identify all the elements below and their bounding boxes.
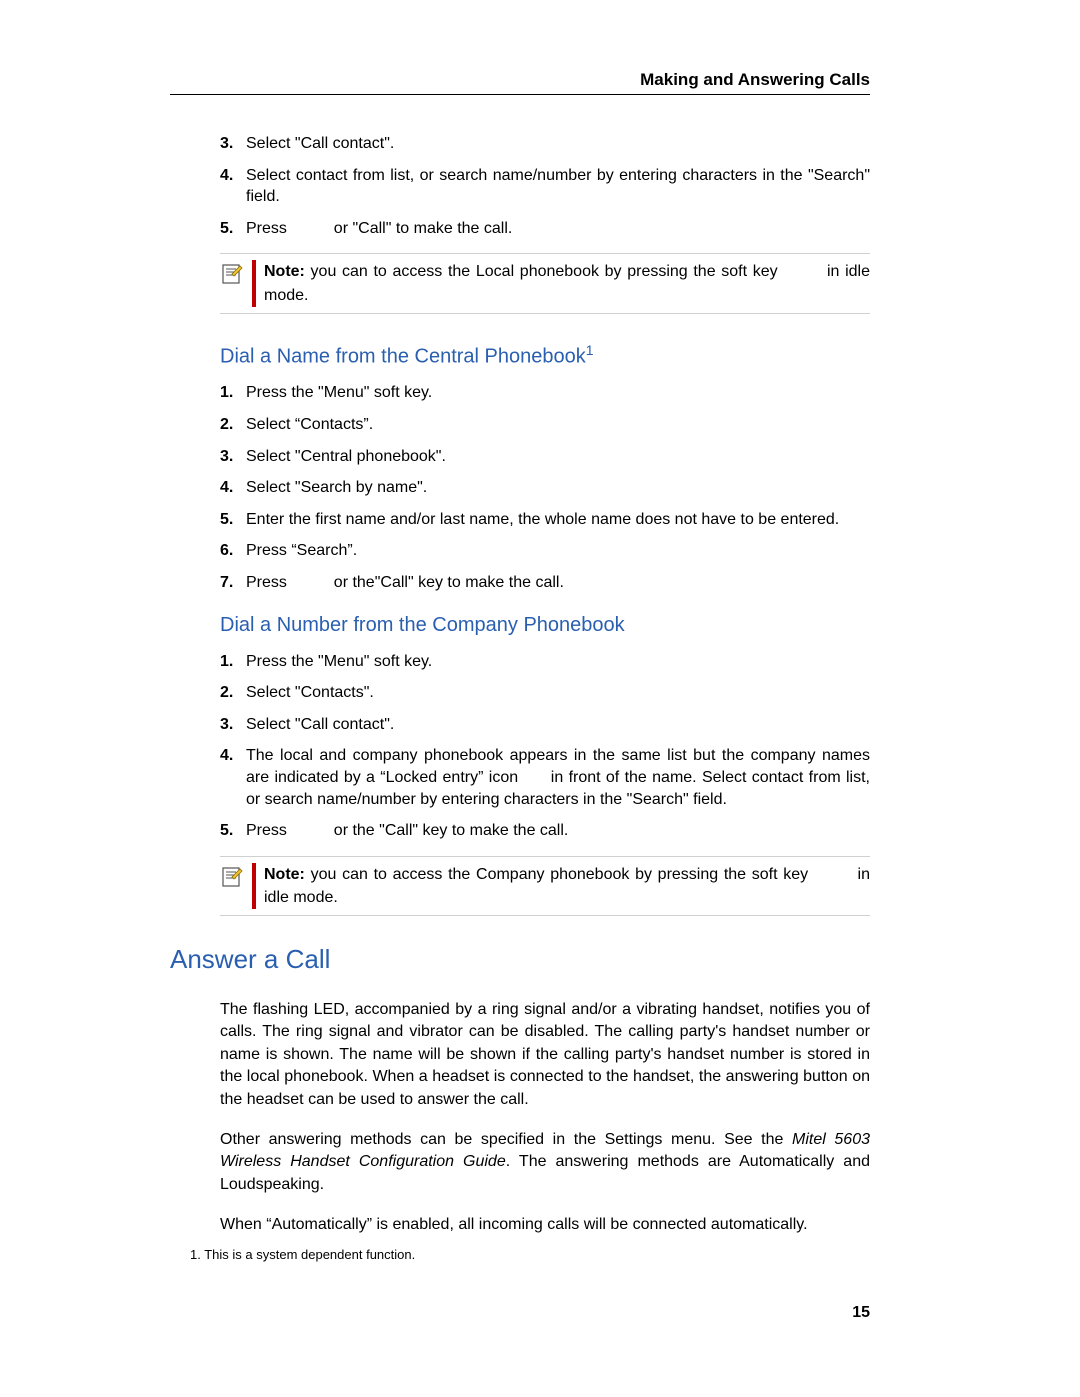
- steps-list-c: 1.Press the "Menu" soft key. 2.Select "C…: [220, 651, 870, 842]
- note-label: Note:: [264, 263, 305, 280]
- paragraph: Other answering methods can be specified…: [220, 1129, 870, 1196]
- step-text: Select “Contacts”.: [246, 414, 870, 436]
- note-body: you can to access the Local phonebook by…: [305, 263, 783, 280]
- step-item: 4.Select "Search by name".: [220, 477, 870, 499]
- step-item: 4. The local and company phonebook appea…: [220, 745, 870, 810]
- step-text: Select "Contacts".: [246, 682, 870, 704]
- step-text-part: Press: [246, 574, 291, 591]
- note-icon: [220, 865, 246, 894]
- step-text: Enter the first name and/or last name, t…: [246, 509, 870, 531]
- step-number: 3.: [220, 714, 246, 736]
- note-label: Note:: [264, 866, 305, 883]
- step-number: 1.: [220, 651, 246, 673]
- footnote-ref: 1: [586, 342, 594, 358]
- step-item: 3.Select "Call contact".: [220, 714, 870, 736]
- step-item: 5. Press or "Call" to make the call.: [220, 218, 870, 240]
- step-item: 7. Press or the"Call" key to make the ca…: [220, 572, 870, 594]
- step-item: 2.Select "Contacts".: [220, 682, 870, 704]
- note-icon: [220, 262, 246, 291]
- step-number: 2.: [220, 682, 246, 704]
- step-number: 6.: [220, 540, 246, 562]
- step-text: Press or the"Call" key to make the call.: [246, 572, 870, 594]
- note-accent-bar: [252, 863, 256, 909]
- step-text: Press or "Call" to make the call.: [246, 218, 870, 240]
- note-block: Note: you can to access the Company phon…: [220, 856, 870, 916]
- page-number: 15: [852, 1304, 870, 1322]
- note-accent-bar: [252, 260, 256, 306]
- steps-list-a: 3. Select "Call contact". 4. Select cont…: [220, 133, 870, 239]
- step-number: 4.: [220, 745, 246, 810]
- step-item: 4. Select contact from list, or search n…: [220, 165, 870, 208]
- step-text: Press “Search”.: [246, 540, 870, 562]
- step-number: 5.: [220, 218, 246, 240]
- footnote: 1. This is a system dependent function.: [190, 1247, 870, 1262]
- step-text-part: Press: [246, 822, 291, 839]
- step-number: 1.: [220, 382, 246, 404]
- step-number: 5.: [220, 820, 246, 842]
- note-body: you can to access the Company phonebook …: [305, 866, 814, 883]
- subheading-company-phonebook: Dial a Number from the Company Phonebook: [220, 614, 870, 637]
- section-a: 3. Select "Call contact". 4. Select cont…: [220, 133, 870, 916]
- step-number: 4.: [220, 477, 246, 499]
- subheading-central-phonebook: Dial a Name from the Central Phonebook1: [220, 342, 870, 369]
- step-text: Press the "Menu" soft key.: [246, 651, 870, 673]
- step-text-part: or "Call" to make the call.: [329, 220, 512, 237]
- note-text: Note: you can to access the Company phon…: [264, 863, 870, 909]
- step-text: Select contact from list, or search name…: [246, 165, 870, 208]
- step-text-part: or the "Call" key to make the call.: [329, 822, 568, 839]
- step-item: 2.Select “Contacts”.: [220, 414, 870, 436]
- step-text-part: or the"Call" key to make the call.: [329, 574, 564, 591]
- step-text: Select "Search by name".: [246, 477, 870, 499]
- step-number: 3.: [220, 133, 246, 155]
- section-header: Making and Answering Calls: [170, 70, 870, 95]
- paragraph-part: Other answering methods can be specified…: [220, 1131, 792, 1148]
- step-text: Select "Call contact".: [246, 133, 870, 155]
- step-text-part: Press: [246, 220, 291, 237]
- note-block: Note: you can to access the Local phoneb…: [220, 253, 870, 313]
- heading-answer-call: Answer a Call: [170, 944, 870, 975]
- step-item: 3.Select "Central phonebook".: [220, 446, 870, 468]
- step-item: 5. Press or the "Call" key to make the c…: [220, 820, 870, 842]
- step-item: 1.Press the "Menu" soft key.: [220, 651, 870, 673]
- step-number: 4.: [220, 165, 246, 208]
- step-number: 2.: [220, 414, 246, 436]
- step-text: The local and company phonebook appears …: [246, 745, 870, 810]
- step-text: Press the "Menu" soft key.: [246, 382, 870, 404]
- step-item: 5.Enter the first name and/or last name,…: [220, 509, 870, 531]
- step-text: Select "Call contact".: [246, 714, 870, 736]
- section-d-body: The flashing LED, accompanied by a ring …: [220, 999, 870, 1237]
- steps-list-b: 1.Press the "Menu" soft key. 2.Select “C…: [220, 382, 870, 593]
- step-item: 3. Select "Call contact".: [220, 133, 870, 155]
- step-number: 5.: [220, 509, 246, 531]
- step-item: 1.Press the "Menu" soft key.: [220, 382, 870, 404]
- step-number: 3.: [220, 446, 246, 468]
- step-item: 6.Press “Search”.: [220, 540, 870, 562]
- step-number: 7.: [220, 572, 246, 594]
- note-text: Note: you can to access the Local phoneb…: [264, 260, 870, 306]
- subheading-text: Dial a Name from the Central Phonebook: [220, 345, 586, 367]
- paragraph: When “Automatically” is enabled, all inc…: [220, 1214, 870, 1236]
- step-text: Press or the "Call" key to make the call…: [246, 820, 870, 842]
- paragraph: The flashing LED, accompanied by a ring …: [220, 999, 870, 1111]
- page-body: Making and Answering Calls 3. Select "Ca…: [170, 70, 870, 1262]
- step-text: Select "Central phonebook".: [246, 446, 870, 468]
